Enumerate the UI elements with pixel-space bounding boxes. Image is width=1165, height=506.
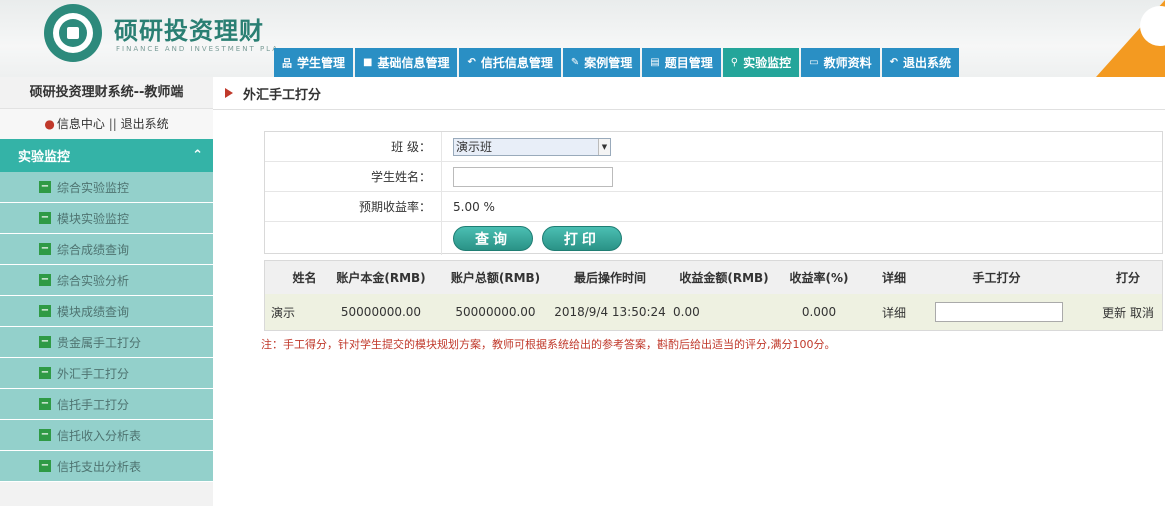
table-row: 演示 50000000.00 50000000.00 2018/9/4 13:5… [265,294,1162,330]
minus-icon: − [39,398,51,410]
page-title: 外汇手工打分 [243,87,322,103]
monitor-icon: ▭ [809,57,819,68]
sidebar-item-metal-grading[interactable]: − 贵金属手工打分 [0,327,213,358]
pencil-icon: ✎ [570,57,580,68]
gear-decoration-icon [1096,0,1165,77]
minus-icon: − [39,305,51,317]
header: 硕研投资理财 FINANCE AND INVESTMENT PLANNING 品… [0,0,1165,77]
student-name-input[interactable] [453,166,613,187]
triangle-right-icon [225,88,233,98]
manual-score-input[interactable] [935,302,1063,322]
minus-icon: − [39,243,51,255]
minus-icon: − [39,181,51,193]
cell-total: 50000000.00 [455,305,536,319]
class-select[interactable]: 演示班 ▼ [453,137,611,156]
update-link[interactable]: 更新 [1102,306,1126,320]
tab-basic-info-management[interactable]: ■ 基础信息管理 [355,48,458,77]
tab-case-management[interactable]: ✎ 案例管理 [562,48,641,77]
class-select-value: 演示班 [456,140,493,154]
sidebar-item-trust-grading[interactable]: − 信托手工打分 [0,389,213,420]
minus-icon: − [39,367,51,379]
info-center-link[interactable]: 信息中心 [57,117,105,131]
cell-name: 演示 [271,305,296,320]
results-table: 姓名 账户本金(RMB) 账户总额(RMB) 最后操作时间 收益金额(RMB) … [264,260,1163,331]
sitemap-icon: 品 [282,59,292,70]
chevron-up-icon: ⌃ [192,148,203,163]
table-header: 姓名 账户本金(RMB) 账户总额(RMB) 最后操作时间 收益金额(RMB) … [265,261,1162,294]
col-principal: 账户本金(RMB) [336,271,426,285]
form-row-student: 学生姓名： [265,162,1162,192]
sidebar-footer [0,482,213,506]
sidebar-section-experiment-monitor[interactable]: 实验监控 ⌃ [0,139,213,172]
logout-icon: ↶ [889,57,898,68]
col-profit: 收益金额(RMB) [679,271,769,285]
tab-teacher-materials[interactable]: ▭ 教师资料 [801,48,880,77]
form-row-rate: 预期收益率： 5.00 % [265,192,1162,222]
logo-icon [44,4,102,62]
page-header: 外汇手工打分 [213,77,1165,110]
col-grade: 打分 [1115,271,1140,285]
minus-icon: − [39,274,51,286]
link-separator: || [104,117,121,131]
cell-last-time: 2018/9/4 13:50:24 [554,305,666,319]
tab-logout[interactable]: ↶ 退出系统 [881,48,959,77]
sidebar-item-trust-expense[interactable]: − 信托支出分析表 [0,451,213,482]
minus-icon: − [39,336,51,348]
expected-rate-value: 5.00 % [453,199,495,214]
print-button[interactable]: 打印 [541,226,622,251]
detail-link[interactable]: 详细 [859,304,929,321]
minus-icon: − [39,212,51,224]
sidebar-item-comprehensive-monitor[interactable]: − 综合实验监控 [0,172,213,203]
col-manual-score: 手工打分 [972,271,1021,285]
tab-trust-info-management[interactable]: ↶ 信托信息管理 [459,48,561,77]
tab-question-management[interactable]: ▤ 题目管理 [642,48,721,77]
grading-note: 注：手工得分，针对学生提交的模块规划方案，教师可根据系统给出的参考答案，斟酌后给… [261,338,836,351]
book-icon: ■ [363,57,373,68]
col-name: 姓名 [292,271,317,285]
student-name-label: 学生姓名： [265,162,442,191]
cell-principal: 50000000.00 [340,305,422,319]
tab-student-management[interactable]: 品学生管理 [274,48,354,77]
sidebar-logout-link[interactable]: 退出系统 [121,117,169,131]
user-icon: ● [44,117,55,131]
minus-icon: − [39,460,51,472]
sidebar-item-forex-grading[interactable]: − 外汇手工打分 [0,358,213,389]
list-icon: ▤ [650,57,660,68]
cell-profit: 0.00 [673,305,700,319]
expected-rate-label: 预期收益率： [265,192,442,221]
map-marker-icon: ⚲ [730,57,739,68]
sidebar-item-module-score[interactable]: − 模块成绩查询 [0,296,213,327]
class-label: 班 级： [265,132,442,161]
sidebar-item-trust-income[interactable]: − 信托收入分析表 [0,420,213,451]
sidebar-item-comprehensive-score[interactable]: − 综合成绩查询 [0,234,213,265]
sidebar-item-comprehensive-analysis[interactable]: − 综合实验分析 [0,265,213,296]
col-total: 账户总额(RMB) [450,271,541,285]
cell-rate: 0.000 [801,305,837,319]
col-detail: 详细 [881,271,906,285]
sidebar-title: 硕研投资理财系统--教师端 [0,77,213,109]
main-content: 外汇手工打分 班 级： 演示班 ▼ 学生姓名： 预期收益率： 5.00 % 查询… [213,77,1165,506]
form-row-class: 班 级： 演示班 ▼ [265,132,1162,162]
app-title: 硕研投资理财 [114,17,264,45]
sidebar-user-links: ● 信息中心 || 退出系统 [0,109,213,139]
filter-form: 班 级： 演示班 ▼ 学生姓名： 预期收益率： 5.00 % 查询 打印 [264,131,1163,255]
sidebar-section-label: 实验监控 [18,150,71,165]
query-button[interactable]: 查询 [453,226,533,251]
caret-down-icon[interactable]: ▼ [598,138,610,155]
col-last-time: 最后操作时间 [573,271,646,285]
sidebar: 硕研投资理财系统--教师端 ● 信息中心 || 退出系统 实验监控 ⌃ − 综合实验… [0,77,213,506]
top-nav: 品学生管理 ■ 基础信息管理 ↶ 信托信息管理 ✎ 案例管理 ▤ 题目管理 ⚲ 实验监控 … [274,48,961,77]
cancel-link[interactable]: 取消 [1130,306,1154,320]
minus-icon: − [39,429,51,441]
form-row-actions: 查询 打印 [265,222,1162,255]
app-subtitle: FINANCE AND INVESTMENT PLANNING [116,45,276,53]
tab-experiment-monitor[interactable]: ⚲ 实验监控 [722,48,800,77]
col-rate: 收益率(%) [789,271,849,285]
reply-icon: ↶ [467,57,476,68]
sidebar-item-module-monitor[interactable]: − 模块实验监控 [0,203,213,234]
